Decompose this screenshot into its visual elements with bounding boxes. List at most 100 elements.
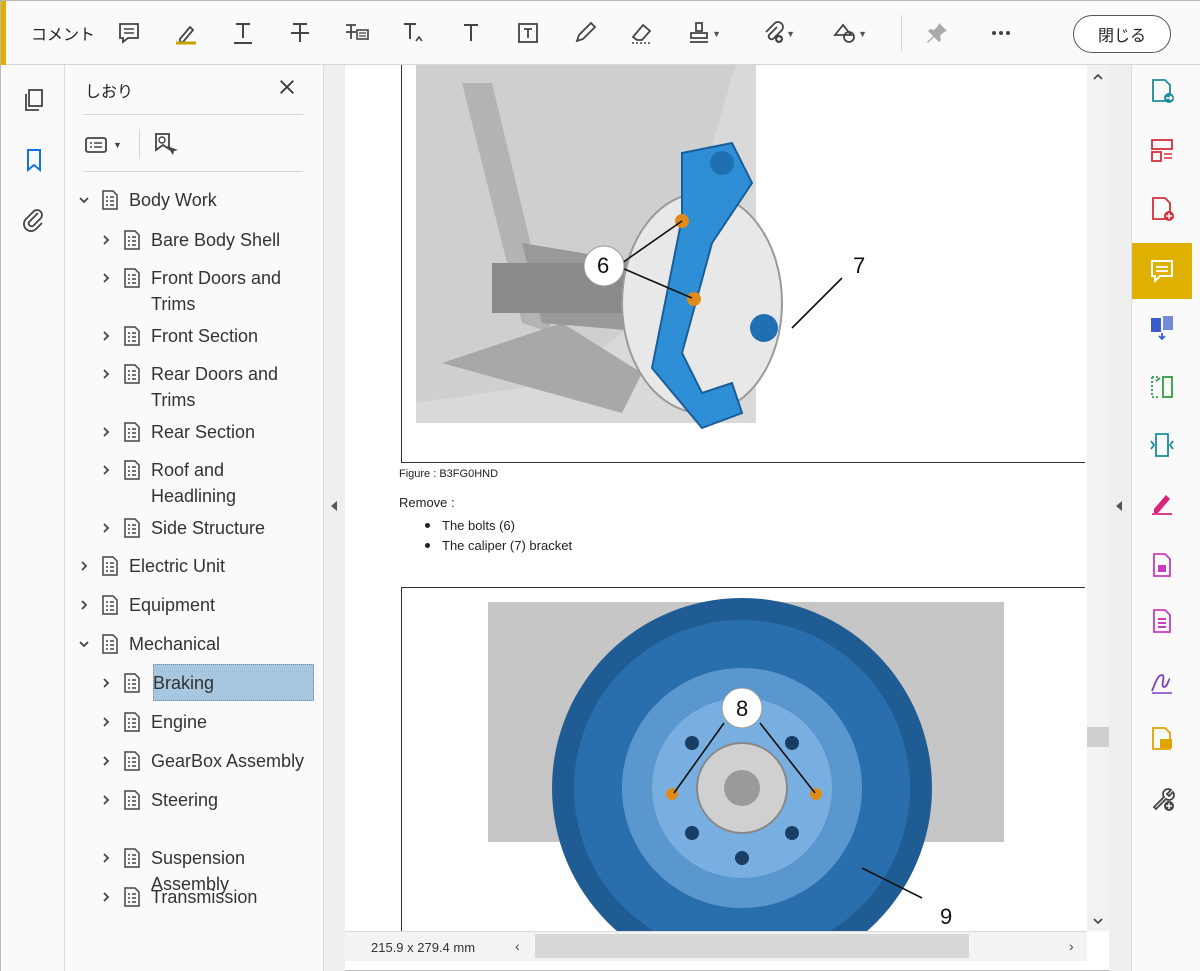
text-box-icon[interactable] bbox=[510, 15, 546, 51]
chevron-right-icon[interactable] bbox=[75, 594, 93, 616]
chevron-right-icon[interactable] bbox=[97, 750, 115, 772]
bookmarks-panel: しおり ▼ Body Work Bare Body Shell Front Door… bbox=[65, 65, 323, 971]
bookmark-item[interactable]: Rear Doors and Trims bbox=[97, 361, 278, 410]
chevron-right-icon[interactable] bbox=[97, 789, 115, 811]
attachment-icon[interactable] bbox=[19, 205, 49, 235]
close-button[interactable]: 閉じる bbox=[1073, 15, 1171, 53]
panel-splitter-right[interactable] bbox=[1109, 65, 1131, 971]
chevron-right-icon[interactable] bbox=[97, 421, 115, 443]
scroll-down-icon[interactable] bbox=[1092, 915, 1104, 927]
mode-label: コメント bbox=[31, 27, 96, 44]
chevron-right-icon[interactable] bbox=[97, 847, 115, 869]
chevron-right-icon[interactable] bbox=[97, 886, 115, 908]
replace-text-icon[interactable] bbox=[339, 15, 375, 51]
close-icon[interactable] bbox=[273, 73, 301, 101]
underline-text-icon[interactable] bbox=[225, 15, 261, 51]
export-pdf-icon[interactable] bbox=[1146, 75, 1178, 107]
collapse-right-icon[interactable] bbox=[1116, 501, 1122, 511]
bookmark-item[interactable]: Front Doors and Trims bbox=[97, 265, 281, 314]
bookmark-item[interactable]: Side Structure bbox=[97, 515, 265, 545]
chevron-down-icon[interactable] bbox=[75, 189, 93, 211]
vertical-scrollbar[interactable] bbox=[1087, 65, 1109, 931]
fill-sign-icon[interactable] bbox=[1146, 487, 1178, 519]
bookmark-label: Rear Doors and Trims bbox=[151, 364, 279, 410]
stamp-icon[interactable]: ▼ bbox=[681, 15, 721, 51]
remove-item-1: The bolts (6) bbox=[442, 517, 515, 533]
chevron-right-icon[interactable] bbox=[97, 459, 115, 481]
more-icon[interactable] bbox=[983, 15, 1019, 51]
bookmark-item[interactable]: Transmission bbox=[97, 884, 257, 914]
bookmark-item[interactable]: Body Work bbox=[75, 187, 217, 217]
bookmark-doc-icon bbox=[121, 847, 143, 869]
scroll-thumb[interactable] bbox=[1087, 727, 1109, 747]
bookmark-item[interactable]: Steering bbox=[97, 787, 218, 817]
send-comments-icon[interactable] bbox=[1146, 723, 1178, 755]
more-tools-icon[interactable] bbox=[1146, 783, 1178, 815]
bookmark-item[interactable]: Front Section bbox=[97, 323, 258, 353]
horizontal-scroll-thumb[interactable] bbox=[535, 934, 969, 958]
scroll-right-icon[interactable]: › bbox=[1069, 938, 1074, 954]
pages-icon[interactable] bbox=[19, 85, 49, 115]
protect-icon[interactable] bbox=[1146, 549, 1178, 581]
callout-9: 9 bbox=[940, 904, 953, 929]
organize-pages-icon[interactable] bbox=[1146, 135, 1178, 167]
comment-icon[interactable] bbox=[1146, 255, 1178, 287]
bookmark-item[interactable]: Bare Body Shell bbox=[97, 227, 280, 257]
attach-caret-icon[interactable]: ▼ bbox=[786, 29, 795, 39]
pin-icon[interactable] bbox=[919, 15, 955, 51]
bookmark-item[interactable]: Equipment bbox=[75, 592, 215, 622]
panel-splitter-left[interactable] bbox=[323, 65, 345, 971]
options-caret-icon: ▼ bbox=[113, 140, 122, 150]
add-text-comment-icon[interactable] bbox=[453, 15, 489, 51]
eraser-icon[interactable] bbox=[624, 15, 660, 51]
stamp-caret-icon[interactable]: ▼ bbox=[712, 29, 721, 39]
bookmark-label: Braking bbox=[153, 673, 215, 693]
combine-files-icon[interactable] bbox=[1146, 311, 1178, 343]
bookmark-item[interactable]: Braking bbox=[97, 670, 216, 700]
create-pdf-icon[interactable] bbox=[1146, 193, 1178, 225]
bookmark-item[interactable]: Engine bbox=[97, 709, 207, 739]
optimize-pdf-icon[interactable] bbox=[1146, 429, 1178, 461]
highlight-icon[interactable] bbox=[168, 15, 204, 51]
chevron-right-icon[interactable] bbox=[97, 363, 115, 385]
compare-files-icon[interactable] bbox=[1146, 371, 1178, 403]
bookmark-item[interactable]: Mechanical bbox=[75, 631, 220, 661]
bookmark-item[interactable]: GearBox Assembly bbox=[97, 748, 304, 778]
bookmark-item[interactable]: Electric Unit bbox=[75, 553, 225, 583]
bookmark-icon[interactable] bbox=[19, 145, 49, 175]
chevron-right-icon[interactable] bbox=[97, 229, 115, 251]
strikethrough-text-icon[interactable] bbox=[282, 15, 318, 51]
remove-item-2: The caliper (7) bracket bbox=[442, 537, 573, 553]
pencil-icon[interactable] bbox=[567, 15, 603, 51]
chevron-right-icon[interactable] bbox=[97, 672, 115, 694]
brake-disc-photo: 8 9 bbox=[401, 587, 1085, 931]
shapes-icon[interactable]: ▼ bbox=[827, 15, 867, 51]
scroll-up-icon[interactable] bbox=[1092, 71, 1104, 83]
chevron-right-icon[interactable] bbox=[97, 267, 115, 289]
scroll-left-icon[interactable]: ‹ bbox=[515, 938, 520, 954]
callout-6: 6 bbox=[597, 253, 610, 278]
sticky-note-icon[interactable] bbox=[111, 15, 147, 51]
options-list-icon bbox=[85, 137, 107, 153]
bookmark-label: Steering bbox=[151, 790, 219, 810]
bookmark-doc-icon bbox=[99, 555, 121, 577]
chevron-right-icon[interactable] bbox=[75, 555, 93, 577]
chevron-down-icon[interactable] bbox=[75, 633, 93, 655]
insert-text-icon[interactable] bbox=[396, 15, 432, 51]
bookmark-item[interactable]: Suspension Assembly bbox=[97, 845, 245, 894]
new-bookmark-button[interactable] bbox=[151, 127, 179, 163]
document-view[interactable]: 6 7 Figure : B3FG0HND Remove : The bolts… bbox=[345, 65, 1087, 931]
chevron-right-icon[interactable] bbox=[97, 711, 115, 733]
redact-icon[interactable] bbox=[1146, 605, 1178, 637]
bookmark-item[interactable]: Rear Section bbox=[97, 419, 255, 449]
bookmark-item[interactable]: Roof and Headlining bbox=[97, 457, 236, 506]
chevron-right-icon[interactable] bbox=[97, 517, 115, 539]
collapse-left-icon[interactable] bbox=[331, 501, 337, 511]
bookmark-doc-icon bbox=[121, 459, 143, 481]
attach-file-icon[interactable]: ▼ bbox=[755, 15, 795, 51]
comment-toolbar: コメント ▼ ▼ ▼ 閉じる bbox=[1, 1, 1200, 65]
chevron-right-icon[interactable] bbox=[97, 325, 115, 347]
request-signature-icon[interactable] bbox=[1146, 665, 1178, 697]
bookmark-options-button[interactable]: ▼ bbox=[83, 127, 122, 163]
shapes-caret-icon[interactable]: ▼ bbox=[858, 29, 867, 39]
